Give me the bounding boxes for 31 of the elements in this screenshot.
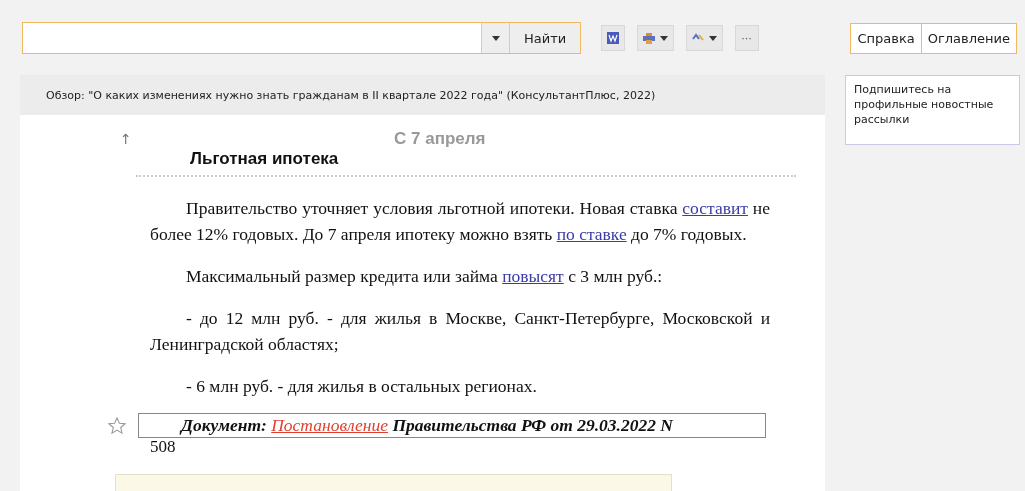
nav-button[interactable]: Справка <box>851 23 921 53</box>
dropdown-button[interactable] <box>481 23 509 53</box>
printer-icon <box>643 32 656 44</box>
nav-button[interactable]: Оглавление <box>920 23 1016 53</box>
section-heading: Льготная ипотека <box>190 149 340 169</box>
section-date: С 7 апреля <box>394 129 486 149</box>
export-button[interactable] <box>686 25 724 51</box>
caret-icon <box>660 35 669 41</box>
paragraph: Максимальный размер кредита или займа повысят с 3 млн руб.: <box>185 265 664 288</box>
subscribe-notice[interactable]: Подпишитесь на профильные новостные рассылки <box>845 75 1020 145</box>
paragraph: Правительство уточняет условия льготной ипотеки. Новая ставка составит не более 12% годовых. До 7 апреля ипотеку можно взять по ставке до 7% годовых. <box>150 197 770 246</box>
caret-icon <box>709 35 718 41</box>
star-icon[interactable] <box>108 416 126 435</box>
text-link[interactable]: повысят <box>502 266 564 286</box>
print-button[interactable] <box>637 25 675 51</box>
document-link[interactable]: Постановление <box>271 415 389 435</box>
export-icon <box>692 33 705 43</box>
text-link[interactable]: по ставке <box>556 224 627 244</box>
up-arrow[interactable]: ↑ <box>120 131 150 147</box>
paragraph: - 6 млн руб. - для жилья в остальных регионах. <box>185 375 538 398</box>
caret-icon <box>491 35 500 41</box>
reference-continuation: 508 <box>150 438 177 456</box>
document-reference: Документ: Постановление Правительства РФ от 29.03.2022 N <box>138 413 766 438</box>
document-icon <box>607 32 620 44</box>
more-button[interactable]: ··· <box>735 25 760 51</box>
document-header: Обзор: "О каких изменениях нужно знать гражданам в II квартале 2022 года" (КонсультантПлюс, 2022) <box>20 75 825 115</box>
search-field[interactable]: Найти <box>22 22 582 54</box>
find-button[interactable]: Найти <box>509 23 581 53</box>
text-link[interactable]: составит <box>682 198 748 218</box>
paragraph: - до 12 млн руб. - для жилья в Москве, Санкт-Петербурге, Московской и Ленинградской областях; <box>150 307 770 356</box>
word-button[interactable] <box>601 25 626 51</box>
